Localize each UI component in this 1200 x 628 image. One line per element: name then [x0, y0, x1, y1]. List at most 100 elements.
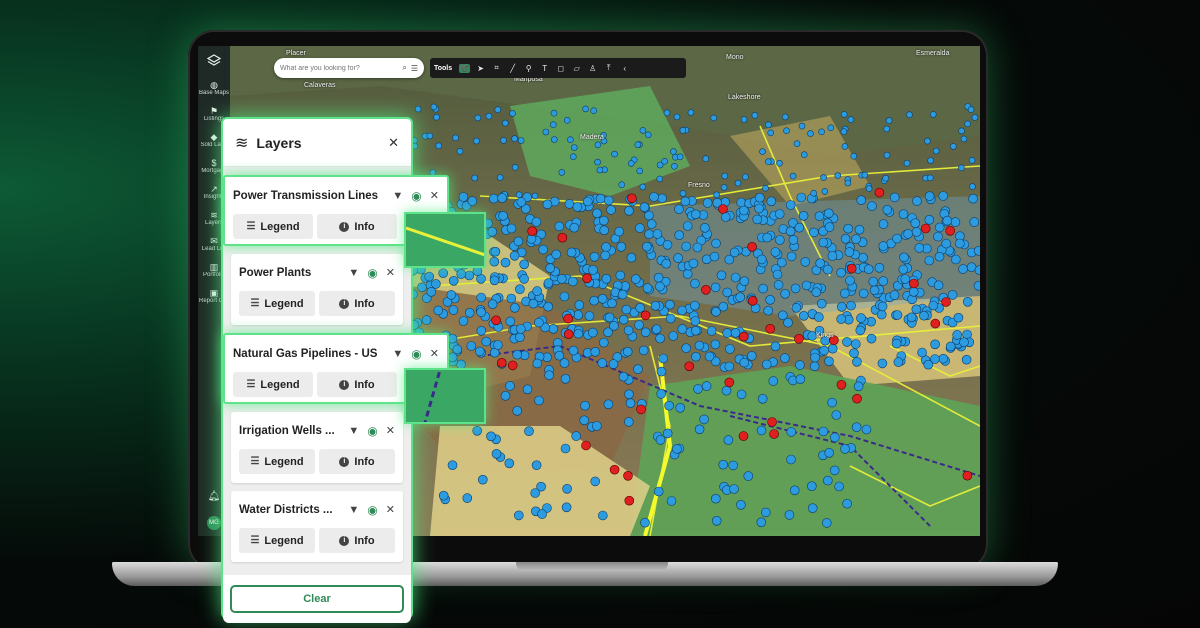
crop-icon[interactable]: ⌗: [491, 63, 502, 73]
well-point: [574, 300, 585, 310]
info-button[interactable]: i Info: [319, 449, 395, 474]
eye-icon[interactable]: ◉: [367, 267, 377, 279]
well-point: [588, 265, 598, 275]
filter-icon[interactable]: ▼: [392, 348, 403, 360]
well-point: [538, 244, 549, 255]
well-point: [618, 181, 626, 188]
well-point: [584, 311, 595, 321]
well-point: [528, 298, 539, 309]
well-point: [818, 128, 825, 136]
well-point: [504, 458, 515, 469]
well-point: [784, 510, 795, 520]
well-point: [549, 121, 557, 128]
well-point: [768, 376, 779, 386]
well-point: [723, 435, 734, 445]
portfolio-icon: ▥: [209, 262, 219, 272]
filter-icon[interactable]: ▼: [348, 425, 359, 437]
info-button[interactable]: i Info: [319, 528, 395, 553]
legend-button[interactable]: ☰ Legend: [233, 214, 313, 239]
well-point: [638, 345, 649, 356]
info-button[interactable]: i Info: [317, 214, 397, 239]
well-point: [827, 124, 835, 132]
well-point: [906, 312, 917, 323]
filter-icon[interactable]: ▼: [392, 190, 403, 202]
well-point: [471, 174, 478, 182]
well-point: [505, 316, 516, 327]
bell-icon[interactable]: 🔔︎: [208, 492, 221, 502]
line-icon[interactable]: ╱: [507, 64, 518, 73]
well-point: [724, 361, 735, 372]
avatar[interactable]: MG: [207, 516, 221, 530]
shape-icon[interactable]: ◻: [555, 64, 566, 73]
well-point: [621, 304, 632, 315]
well-point: [458, 316, 469, 326]
legend-button-label: Legend: [260, 378, 300, 391]
clear-button[interactable]: Clear: [230, 585, 404, 613]
well-point: [772, 269, 783, 280]
well-point: [501, 119, 509, 127]
remove-layer-icon[interactable]: ✕: [430, 348, 439, 360]
plant-point: [609, 464, 620, 475]
well-point: [885, 117, 893, 124]
plant-point: [738, 331, 749, 342]
well-point: [589, 252, 600, 262]
well-point: [780, 289, 790, 299]
well-point: [892, 310, 903, 320]
ruler-icon[interactable]: ▱: [571, 64, 582, 73]
well-point: [841, 143, 849, 150]
pointer-icon[interactable]: ➤: [475, 64, 486, 73]
legend-button[interactable]: ☰ Legend: [239, 528, 315, 553]
eye-icon[interactable]: ◉: [367, 425, 377, 437]
app-logo[interactable]: [207, 54, 221, 68]
well-point: [606, 205, 616, 215]
well-point: [462, 493, 473, 503]
eye-icon[interactable]: ◉: [411, 348, 421, 360]
sidebar-item-base-maps[interactable]: ◍ Base Maps: [199, 80, 229, 97]
sidebar-item-label: Base Maps: [199, 90, 229, 96]
well-point: [839, 288, 850, 299]
well-point: [773, 280, 784, 290]
well-point: [823, 208, 834, 219]
legend-button[interactable]: ☰ Legend: [233, 372, 313, 397]
filter-icon[interactable]: ▼: [348, 267, 359, 279]
well-point: [783, 127, 790, 134]
well-point: [690, 278, 700, 289]
well-point: [673, 253, 683, 263]
person-icon[interactable]: ♙: [587, 64, 598, 73]
search-icon[interactable]: ⌕: [402, 63, 406, 73]
well-point: [840, 111, 848, 118]
legend-button[interactable]: ☰ Legend: [239, 291, 315, 316]
remove-layer-icon[interactable]: ✕: [386, 504, 395, 516]
eye-icon[interactable]: ◉: [367, 504, 377, 516]
well-point: [478, 474, 488, 485]
filter-icon[interactable]: ▼: [348, 504, 359, 516]
legend-button[interactable]: ☰ Legend: [239, 449, 315, 474]
remove-layer-icon[interactable]: ✕: [386, 425, 395, 437]
info-button[interactable]: i Info: [319, 291, 395, 316]
text-icon[interactable]: T: [539, 64, 550, 73]
lasso-icon[interactable]: ➰: [459, 63, 471, 73]
well-point: [590, 346, 601, 357]
well-point: [676, 153, 684, 161]
plant-point: [962, 470, 973, 481]
filter-sliders-icon[interactable]: ☰: [411, 64, 418, 73]
well-point: [424, 271, 434, 282]
well-point: [818, 237, 829, 248]
close-icon[interactable]: ✕: [388, 135, 399, 151]
collapse-icon[interactable]: ‹: [619, 64, 630, 73]
remove-layer-icon[interactable]: ✕: [386, 267, 395, 279]
plant-point: [718, 204, 728, 214]
well-point: [447, 333, 458, 344]
upload-icon[interactable]: ⤒: [603, 63, 614, 73]
well-point: [571, 431, 582, 441]
remove-layer-icon[interactable]: ✕: [430, 190, 439, 202]
eye-icon[interactable]: ◉: [411, 190, 421, 202]
info-button[interactable]: i Info: [317, 372, 397, 397]
search-input[interactable]: [280, 64, 399, 72]
well-point: [952, 330, 963, 340]
layer-list: Power Transmission Lines ▼ ◉ ✕ ☰ Legend i Info P…: [223, 167, 449, 575]
well-point: [903, 159, 911, 167]
well-point: [531, 460, 542, 471]
well-point: [735, 292, 746, 302]
pin-icon[interactable]: ⚲: [523, 64, 534, 73]
